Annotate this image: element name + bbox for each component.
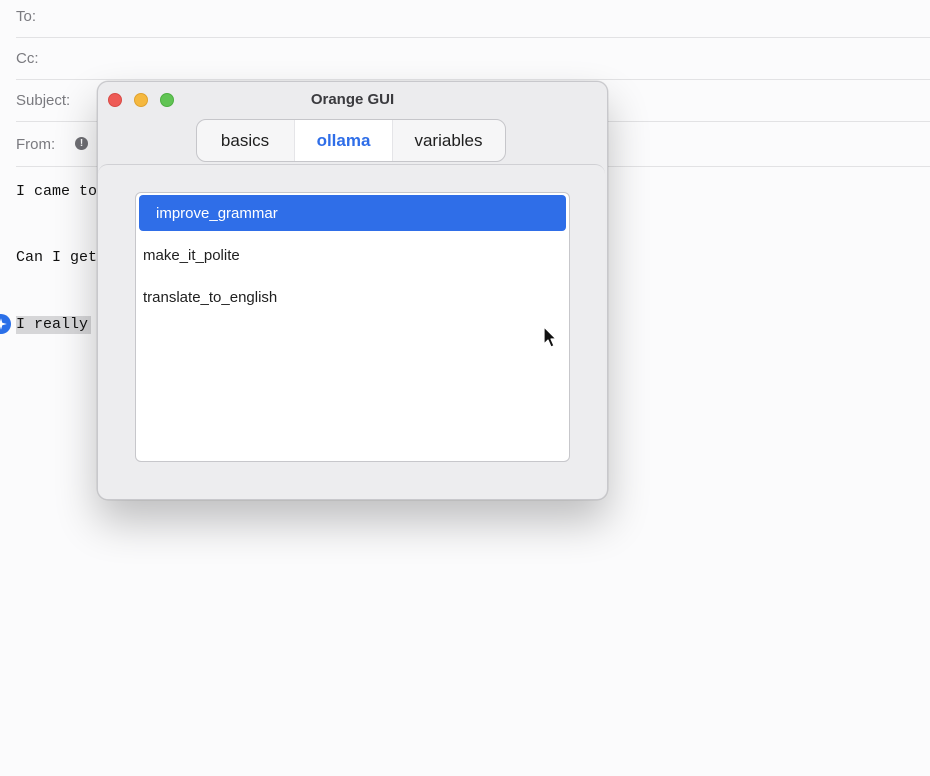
mail-body-selected-line[interactable]: I really <box>16 316 92 334</box>
tab-basics[interactable]: basics <box>197 120 293 161</box>
from-label: From: <box>16 135 56 153</box>
sparkle-icon <box>0 318 7 330</box>
to-label: To: <box>16 7 37 25</box>
list-item-translate-to-english[interactable]: translate_to_english <box>139 279 566 315</box>
mail-body-line[interactable]: Can I get <box>16 249 97 266</box>
list-item-improve-grammar[interactable]: improve_grammar <box>139 195 566 231</box>
list-item-make-it-polite[interactable]: make_it_polite <box>139 237 566 273</box>
list-item-label: make_it_polite <box>143 246 240 264</box>
tab-bar: basics ollama variables <box>196 119 506 162</box>
window-title: Orange GUI <box>310 91 395 108</box>
mail-body-line[interactable]: I came to <box>16 183 97 200</box>
window-titlebar[interactable]: Orange GUI <box>98 82 607 118</box>
to-field[interactable]: To: <box>16 0 930 38</box>
subject-label: Subject: <box>16 91 71 109</box>
tab-variables[interactable]: variables <box>392 120 505 161</box>
list-item-label: improve_grammar <box>156 204 278 222</box>
tab-ollama[interactable]: ollama <box>294 120 393 161</box>
cc-label: Cc: <box>16 49 39 67</box>
info-icon[interactable]: ! <box>75 137 88 150</box>
prompt-list[interactable]: improve_grammar make_it_polite translate… <box>135 192 570 462</box>
list-item-label: translate_to_english <box>143 288 278 306</box>
orange-gui-window: Orange GUI basics ollama variables impro… <box>97 81 608 500</box>
cc-field[interactable]: Cc: <box>16 37 930 80</box>
assistant-sparkle-icon[interactable] <box>0 314 11 334</box>
